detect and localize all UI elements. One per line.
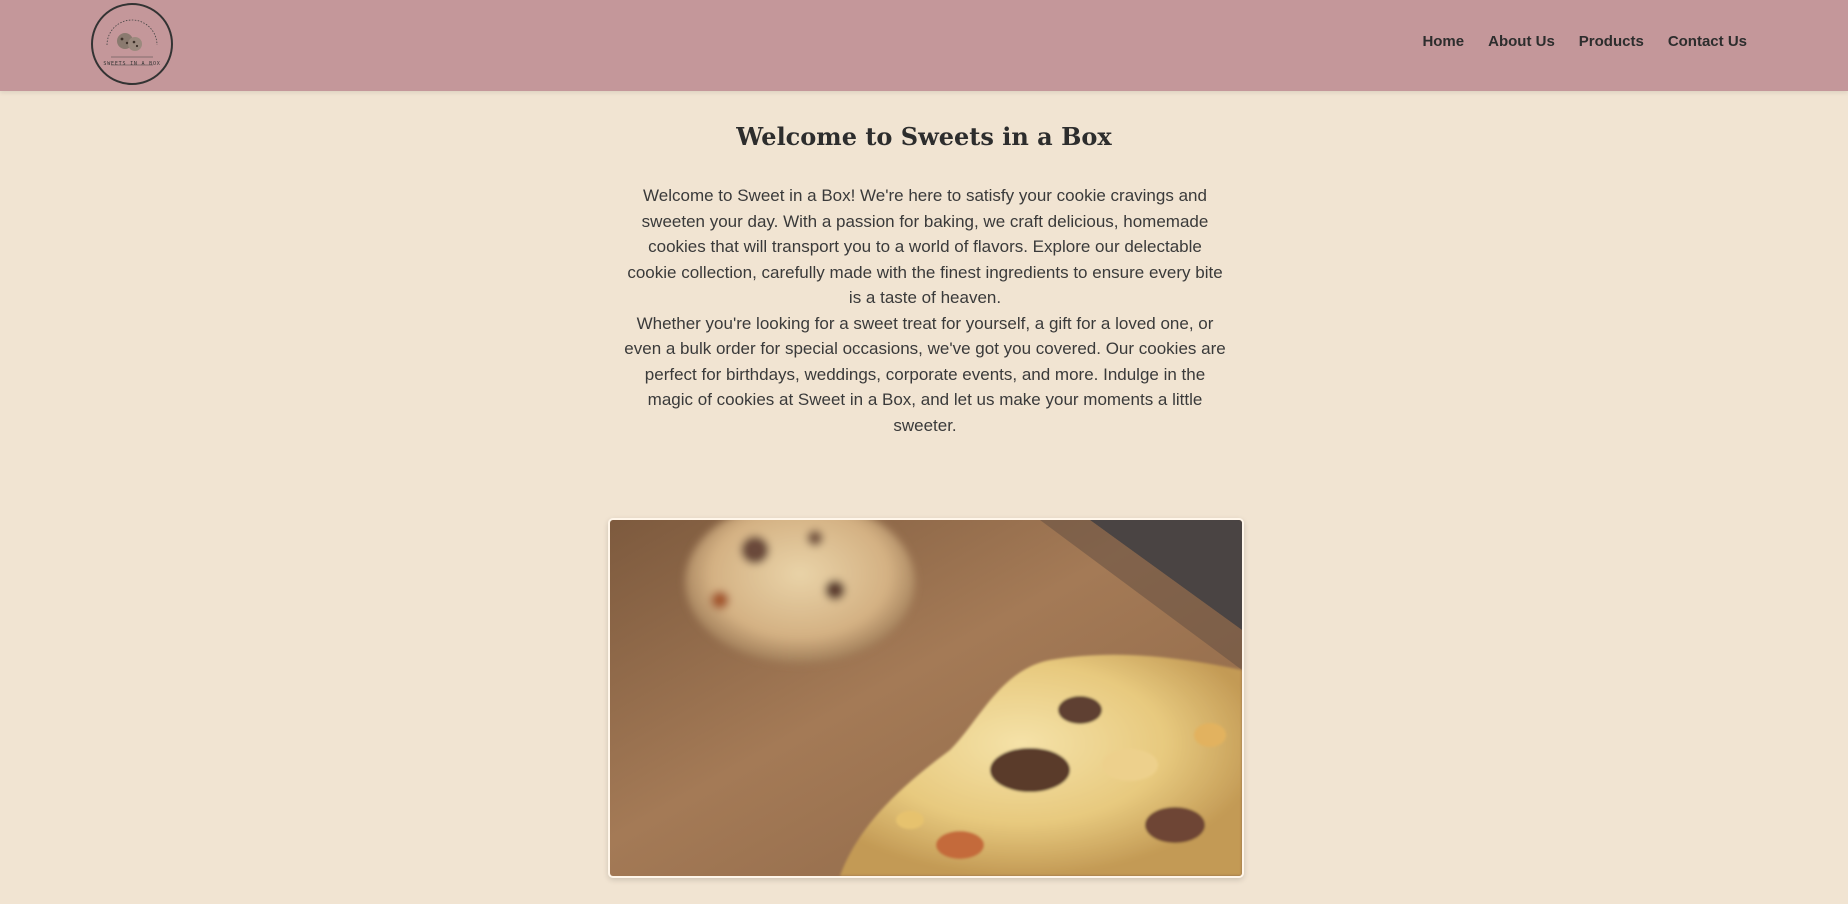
nav-contact-us[interactable]: Contact Us xyxy=(1668,32,1747,52)
site-header: SWEETS IN A BOX Home About Us Products C… xyxy=(0,0,1848,91)
nav-about-us[interactable]: About Us xyxy=(1488,32,1555,52)
site-logo[interactable]: SWEETS IN A BOX xyxy=(91,3,173,85)
page-title: Welcome to Sweets in a Box xyxy=(736,122,1112,151)
intro-paragraph-2: Whether you're looking for a sweet treat… xyxy=(624,313,1226,435)
intro-text: Welcome to Sweet in a Box! We're here to… xyxy=(622,183,1228,438)
nav-products[interactable]: Products xyxy=(1579,32,1644,52)
logo-text: SWEETS IN A BOX xyxy=(103,61,161,67)
intro-paragraph-1: Welcome to Sweet in a Box! We're here to… xyxy=(627,186,1223,307)
nav-home[interactable]: Home xyxy=(1422,32,1464,52)
cookie-icon xyxy=(106,19,158,66)
cookie-image xyxy=(610,520,1242,876)
main-nav: Home About Us Products Contact Us xyxy=(1422,32,1747,52)
cookies-photo xyxy=(608,518,1244,878)
